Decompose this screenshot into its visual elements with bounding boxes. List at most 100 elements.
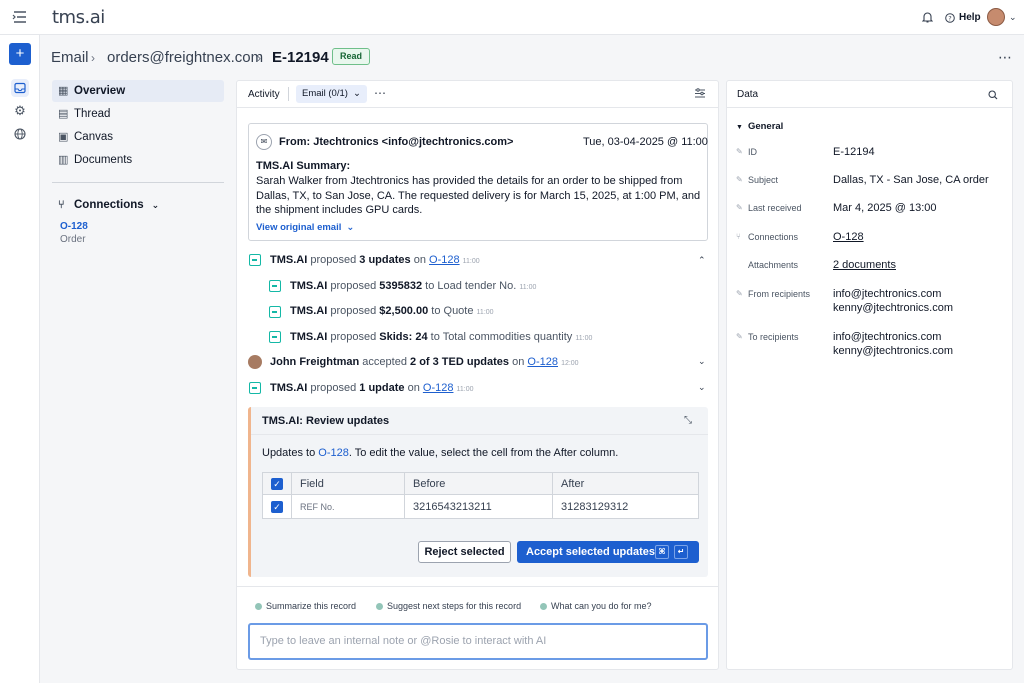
field-value[interactable]: E-12194 <box>833 145 875 159</box>
suggestion-chip[interactable]: What can you do for me? <box>540 600 652 613</box>
field-label: Attachments <box>748 260 799 270</box>
field-icon: ✎ <box>736 289 743 298</box>
field-value-link[interactable]: O-128 <box>833 230 864 244</box>
help-label[interactable]: Help <box>959 12 981 23</box>
breadcrumb-mailbox[interactable]: orders@freightnex.com <box>107 49 263 66</box>
mail-icon: ✉ <box>256 134 272 150</box>
data-panel <box>726 80 1013 670</box>
divider <box>237 586 718 587</box>
field-label: Connections <box>748 232 799 242</box>
field-icon: ✎ <box>736 203 743 212</box>
field-icon: ✎ <box>736 147 743 156</box>
bell-icon[interactable] <box>921 11 934 26</box>
chevron-down-icon: ⌄ <box>346 222 355 233</box>
help-icon[interactable]: ? <box>945 12 955 26</box>
canvas-icon: ▣ <box>58 131 69 143</box>
select-all-checkbox[interactable]: ✓ <box>271 477 283 490</box>
nav-documents[interactable]: ▥ Documents <box>52 149 224 171</box>
nav-canvas[interactable]: ▣ Canvas <box>52 126 224 148</box>
event-row: TMS.AI proposed $2,500.00 to Quote 11:00 <box>290 305 494 317</box>
summary-text: Sarah Walker from Jtechtronics has provi… <box>256 175 701 216</box>
nav-connections[interactable]: ⑂ Connections ⌄ <box>52 194 224 216</box>
inbox-icon[interactable] <box>11 79 29 97</box>
accept-selected-button[interactable]: Accept selected updates ⌘ ↵ <box>517 541 699 563</box>
breadcrumb-email[interactable]: Email <box>51 49 89 66</box>
connection-type: Order <box>60 234 86 245</box>
field-value[interactable]: Mar 4, 2025 @ 13:00 <box>833 201 937 215</box>
tab-activity[interactable]: Activity <box>248 89 280 100</box>
view-original-email-link[interactable]: View original email ⌄ <box>256 222 354 233</box>
chevron-down-icon[interactable]: ⌄ <box>698 382 706 393</box>
event-row[interactable]: TMS.AI proposed 3 updates on O-128 11:00 <box>270 254 480 266</box>
col-after: After <box>552 472 699 495</box>
app-logo: tms.ai <box>52 7 105 28</box>
nav-thread[interactable]: ▤ Thread <box>52 103 224 125</box>
page-title: E-12194 <box>272 49 329 66</box>
chevron-right-icon: › <box>257 51 261 65</box>
menu-icon[interactable] <box>12 10 28 24</box>
suggestion-chip[interactable]: Summarize this record <box>255 600 356 613</box>
globe-icon[interactable] <box>11 125 29 143</box>
chevron-down-icon[interactable]: ⌄ <box>1009 12 1017 23</box>
gear-icon[interactable]: ⚙ <box>11 102 29 120</box>
event-row[interactable]: John Freightman accepted 2 of 3 TED upda… <box>270 356 579 368</box>
filter-icon[interactable] <box>694 88 706 102</box>
chevron-down-icon: ⌄ <box>151 200 160 210</box>
avatar <box>248 355 262 369</box>
col-field: Field <box>291 472 405 495</box>
update-icon <box>249 254 261 266</box>
chevron-down-icon[interactable]: ⌄ <box>698 356 706 367</box>
event-row: TMS.AI proposed Skids: 24 to Total commo… <box>290 331 593 343</box>
suggestion-chip[interactable]: Suggest next steps for this record <box>376 600 521 613</box>
caret-down-icon: ▼ <box>736 124 743 131</box>
update-icon <box>269 280 281 292</box>
field-icon: ✎ <box>736 175 743 184</box>
chevron-right-icon: › <box>91 51 95 65</box>
more-icon[interactable]: ⋯ <box>998 49 1012 66</box>
row-before: 3216543213211 <box>404 494 553 519</box>
connections-icon: ⑂ <box>736 232 741 241</box>
divider <box>727 107 1012 108</box>
section-general[interactable]: ▼ General <box>736 121 783 132</box>
field-label: To recipients <box>748 332 799 342</box>
field-value[interactable]: info@jtechtronics.com <box>833 330 941 344</box>
nav-divider <box>52 182 224 183</box>
review-description: Updates to O-128. To edit the value, sel… <box>262 447 619 459</box>
field-value[interactable]: kenny@jtechtronics.com <box>833 301 953 315</box>
row-after[interactable]: 31283129312 <box>552 494 699 519</box>
email-from: From: Jtechtronics <info@jtechtronics.co… <box>279 136 514 148</box>
update-icon <box>249 382 261 394</box>
grid-icon: ▦ <box>58 85 69 97</box>
collapse-icon[interactable]: ⤡ <box>684 415 692 426</box>
row-checkbox[interactable]: ✓ <box>271 500 283 513</box>
update-icon <box>269 306 281 318</box>
data-panel-title: Data <box>737 89 759 100</box>
search-icon[interactable] <box>988 89 998 103</box>
field-value[interactable]: info@jtechtronics.com <box>833 287 941 301</box>
review-table: ✓ Field Before After ✓ REF No. 321654321… <box>262 472 699 519</box>
svg-text:?: ? <box>948 15 951 23</box>
user-avatar[interactable] <box>987 8 1005 26</box>
enter-key-icon: ↵ <box>674 545 688 559</box>
connections-icon: ⑂ <box>58 199 65 211</box>
nav-overview[interactable]: ▦ Overview <box>52 80 224 102</box>
plus-icon[interactable]: + <box>9 43 31 65</box>
more-icon[interactable]: ⋯ <box>374 86 386 100</box>
reject-selected-button[interactable]: Reject selected <box>418 541 511 563</box>
note-input[interactable]: Type to leave an internal note or @Rosie… <box>248 623 708 660</box>
field-value[interactable]: Dallas, TX - San Jose, CA order <box>833 173 989 187</box>
field-label: From recipients <box>748 289 811 299</box>
field-value-link[interactable]: 2 documents <box>833 258 896 272</box>
chevron-up-icon[interactable]: ⌃ <box>698 255 706 266</box>
event-row[interactable]: TMS.AI proposed 1 update on O-128 11:00 <box>270 382 474 394</box>
field-icon: ✎ <box>736 332 743 341</box>
event-row: TMS.AI proposed 5395832 to Load tender N… <box>290 280 537 292</box>
field-label: Last received <box>748 203 802 213</box>
status-badge: Read <box>332 48 371 65</box>
connection-link[interactable]: O-128 <box>60 221 88 232</box>
tab-email[interactable]: Email (0/1) ⌄ <box>296 85 367 103</box>
field-value[interactable]: kenny@jtechtronics.com <box>833 344 953 358</box>
row-field: REF No. <box>291 494 405 519</box>
field-label: Subject <box>748 175 779 185</box>
update-icon <box>269 331 281 343</box>
